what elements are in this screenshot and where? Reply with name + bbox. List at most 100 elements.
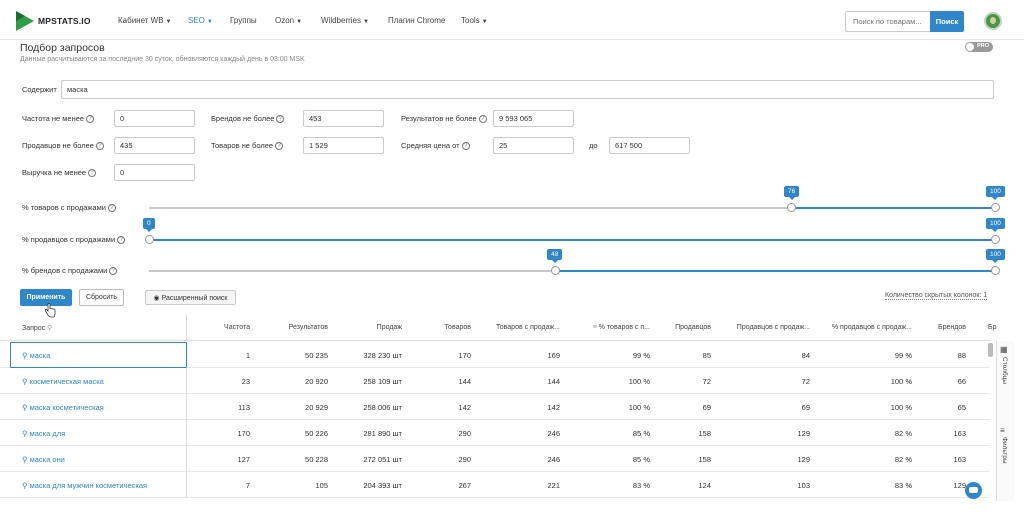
column-header-brands[interactable]: Брендов bbox=[920, 324, 966, 331]
table-cell: 84 bbox=[801, 351, 810, 360]
column-header-goods-with-sales[interactable]: Товаров с продаж... bbox=[480, 324, 560, 331]
contains-input[interactable] bbox=[61, 80, 994, 99]
table-scrollbar[interactable] bbox=[988, 343, 993, 357]
pro-toggle[interactable]: PRO bbox=[965, 42, 993, 52]
table-cell: 23 bbox=[241, 377, 250, 386]
table-cell: 129 bbox=[953, 481, 966, 490]
column-header-sellers[interactable]: Продавцов bbox=[660, 324, 711, 331]
avg-price-label: Средняя цена от? bbox=[401, 141, 470, 151]
column-header-goods[interactable]: Товаров bbox=[420, 324, 471, 331]
column-header-pct-goods[interactable]: ≡ % товаров с п... bbox=[570, 324, 650, 331]
help-icon[interactable]: ? bbox=[478, 115, 487, 124]
table-cell: 7 bbox=[245, 481, 250, 490]
slider-value-bubble: 100 bbox=[986, 218, 1005, 232]
nav-item-cabinet-wb[interactable]: Кабинет WB ▼ bbox=[118, 16, 172, 25]
sellers-max-label: Продавцов не более? bbox=[22, 141, 104, 151]
table-cell: 20 929 bbox=[305, 403, 328, 412]
table-cell: 103 bbox=[797, 481, 810, 490]
table-cell: 124 bbox=[698, 481, 711, 490]
results-max-input[interactable] bbox=[493, 110, 574, 127]
columns-panel-tab[interactable]: Столбцы bbox=[1001, 357, 1008, 384]
query-link[interactable]: ⚲ маска для мужчин косметическая bbox=[22, 481, 172, 490]
table-cell: 100 % bbox=[628, 377, 650, 386]
slider-label: % брендов с продажами? bbox=[22, 266, 118, 276]
slider-value-bubble: 48 bbox=[547, 249, 563, 263]
slider-max-handle[interactable] bbox=[990, 266, 1000, 275]
nav-item-ozon[interactable]: Ozon ▼ bbox=[275, 16, 302, 25]
table-cell: 221 bbox=[547, 481, 560, 490]
help-icon[interactable]: ? bbox=[276, 115, 285, 124]
avg-price-from-input[interactable] bbox=[493, 137, 574, 154]
table-cell: 65 bbox=[957, 403, 966, 412]
nav-search-button[interactable]: Поиск bbox=[930, 11, 964, 32]
brands-max-input[interactable] bbox=[303, 110, 384, 127]
table-cell: 72 bbox=[702, 377, 711, 386]
logo-text[interactable]: MPSTATS.IO bbox=[38, 16, 91, 26]
table-row[interactable]: ⚲ косметическая маска 23 20 920 258 109 шт 1… bbox=[0, 368, 990, 394]
goods-max-input[interactable] bbox=[303, 137, 384, 154]
help-icon[interactable]: ? bbox=[275, 142, 284, 151]
help-icon[interactable]: ? bbox=[107, 204, 116, 213]
help-icon[interactable]: ? bbox=[95, 142, 104, 151]
nav-item-groups[interactable]: Группы bbox=[230, 16, 257, 25]
slider-value-bubble: 76 bbox=[783, 186, 800, 200]
table-row[interactable]: ⚲ маска для мужчин косметическая 7 105 204 … bbox=[0, 472, 990, 498]
table-cell: 50 235 bbox=[305, 351, 328, 360]
table-cell: 272 051 шт bbox=[363, 455, 402, 464]
query-link[interactable]: ⚲ маска косметическая bbox=[22, 403, 172, 412]
help-icon[interactable]: ? bbox=[117, 236, 126, 245]
table-row[interactable]: ⚲ маска косметическая 113 20 929 258 006 шт… bbox=[0, 394, 990, 420]
slider-max-handle[interactable] bbox=[990, 235, 1000, 244]
nav-item-plugin-chrome[interactable]: Плагин Chrome bbox=[388, 16, 445, 25]
query-link[interactable]: ⚲ маска для bbox=[22, 429, 172, 438]
slider-label: % товаров с продажами? bbox=[22, 203, 116, 213]
table-header: Запрос ⚲ Частота Результатов Продаж Товаров Т… bbox=[0, 315, 997, 341]
slider-min-handle[interactable] bbox=[550, 266, 560, 275]
help-icon[interactable]: ? bbox=[86, 115, 95, 124]
column-header-sales[interactable]: Продаж bbox=[340, 324, 402, 331]
table-cell: 1 bbox=[245, 351, 250, 360]
column-header-freq[interactable]: Частота bbox=[200, 324, 250, 331]
table-cell: 258 006 шт bbox=[363, 403, 402, 412]
help-icon[interactable]: ? bbox=[461, 142, 470, 151]
table-cell: 142 bbox=[547, 403, 560, 412]
slider-min-handle[interactable] bbox=[144, 235, 154, 244]
table-cell: 328 230 шт bbox=[363, 351, 402, 360]
column-header-results[interactable]: Результатов bbox=[270, 324, 328, 331]
column-header-pct-sellers[interactable]: % продавцов с продаж... bbox=[820, 324, 912, 331]
avg-price-to-input[interactable] bbox=[609, 137, 690, 154]
nav-search-input[interactable] bbox=[845, 11, 930, 32]
column-header-brands-cut[interactable]: Бр bbox=[988, 324, 998, 331]
filters-panel-tab[interactable]: Фильтры bbox=[1001, 437, 1008, 464]
avatar[interactable] bbox=[984, 12, 1002, 30]
table-cell: 158 bbox=[698, 455, 711, 464]
column-header-query[interactable]: Запрос ⚲ bbox=[22, 324, 172, 332]
nav-item-wildberries[interactable]: Wildberries ▼ bbox=[321, 16, 369, 25]
query-link[interactable]: ⚲ маска они bbox=[22, 455, 172, 464]
chat-icon[interactable] bbox=[965, 482, 982, 499]
freq-min-input[interactable] bbox=[114, 110, 195, 127]
nav-item-tools[interactable]: Tools ▼ bbox=[461, 16, 488, 25]
reset-button[interactable]: Сбросить bbox=[79, 289, 124, 306]
help-icon[interactable]: ? bbox=[88, 169, 97, 178]
table-cell: 129 bbox=[797, 455, 810, 464]
search-icon: ⚲ bbox=[22, 403, 30, 412]
sellers-max-input[interactable] bbox=[114, 137, 195, 154]
table-cell: 105 bbox=[315, 481, 328, 490]
slider-max-handle[interactable] bbox=[990, 203, 1000, 212]
help-icon[interactable]: ? bbox=[109, 267, 118, 276]
table-cell: 99 % bbox=[632, 351, 650, 360]
advanced-search-button[interactable]: ◉ Расширенный поиск bbox=[145, 290, 236, 305]
logo-icon[interactable] bbox=[16, 11, 34, 31]
revenue-min-input[interactable] bbox=[114, 164, 195, 181]
query-link[interactable]: ⚲ косметическая маска bbox=[22, 377, 172, 386]
table-row[interactable]: ⚲ маска они 127 50 228 272 051 шт 290 246 85 %… bbox=[0, 446, 990, 472]
table-cell: 142 bbox=[458, 403, 471, 412]
filter-icon[interactable]: ⚲ bbox=[47, 325, 52, 332]
column-header-sellers-with-sales[interactable]: Продавцов с продаж... bbox=[720, 324, 810, 331]
slider-min-handle[interactable] bbox=[787, 203, 797, 212]
table-row[interactable]: ⚲ маска для 170 50 226 281 890 шт 290 246 85 %… bbox=[0, 420, 990, 446]
hidden-columns-link[interactable]: Количество скрытых колонок: 1 bbox=[885, 292, 988, 300]
top-navbar: MPSTATS.IO Кабинет WB ▼ SEO ▼ Группы Ozon ▼… bbox=[0, 0, 1024, 40]
nav-item-seo[interactable]: SEO ▼ bbox=[188, 16, 213, 25]
